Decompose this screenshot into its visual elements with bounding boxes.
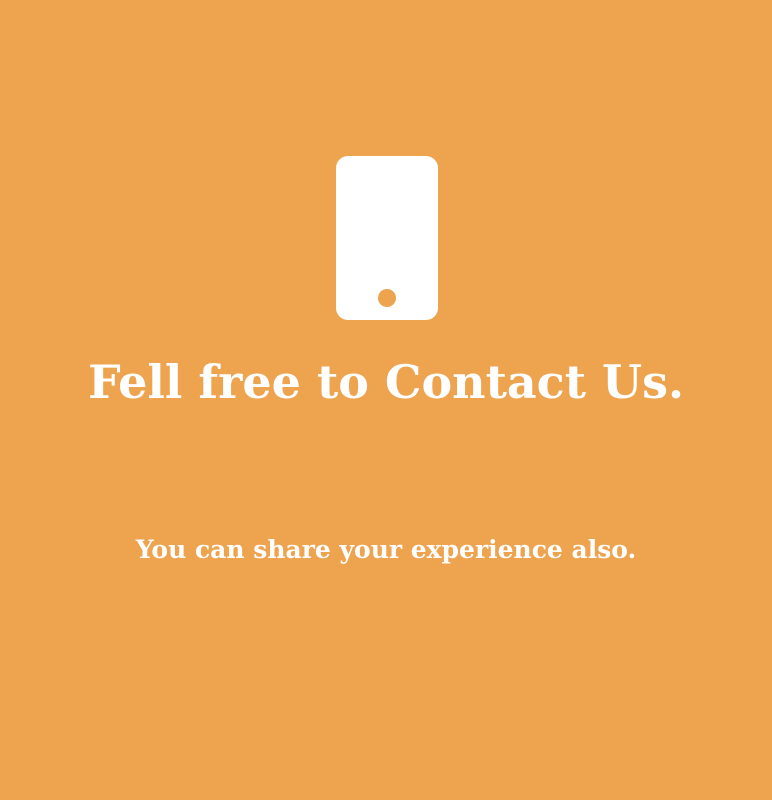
contact-subtitle: You can share your experience also.	[135, 535, 637, 564]
contact-panel: Fell free to Contact Us. You can share y…	[0, 0, 772, 800]
mobile-phone-icon	[336, 156, 438, 320]
contact-title: Fell free to Contact Us.	[88, 355, 684, 409]
